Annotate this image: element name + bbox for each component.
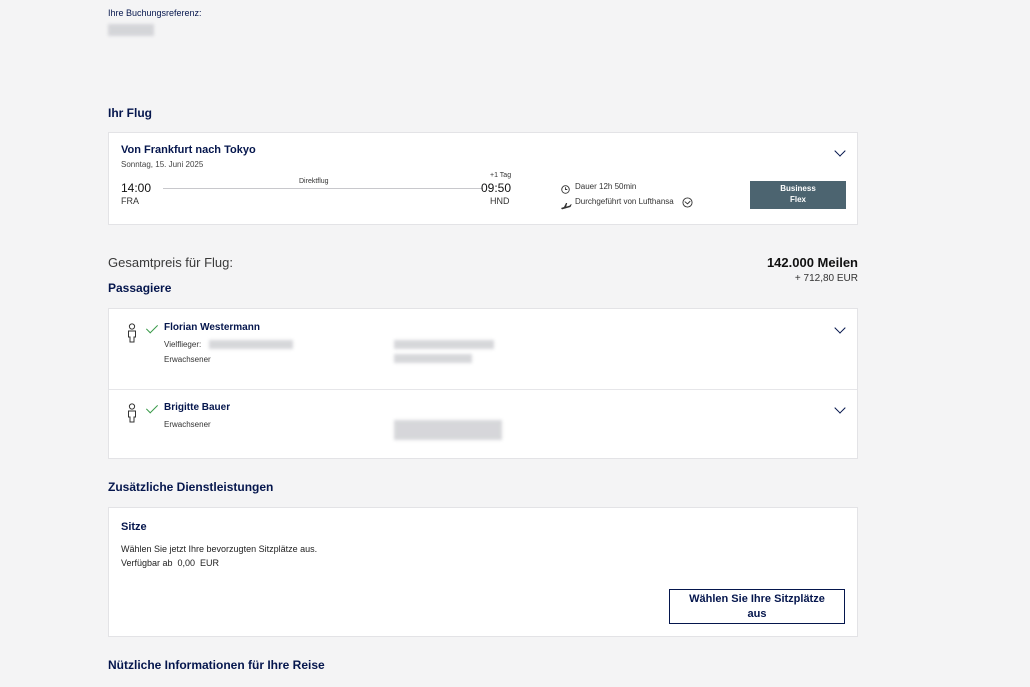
passenger-name: Florian Westermann: [164, 322, 260, 333]
choose-seats-button-line1: Wählen Sie Ihre Sitzplätze: [689, 593, 825, 605]
flight-route: Von Frankfurt nach Tokyo: [121, 144, 256, 156]
flight-duration: Dauer 12h 50min: [575, 182, 637, 191]
passenger-row[interactable]: Brigitte Bauer Erwachsener: [109, 390, 857, 458]
total-price-eur: + 712,80 EUR: [794, 273, 858, 284]
operated-by: Durchgeführt von Lufthansa: [575, 197, 674, 206]
fare-class-badge[interactable]: Business Flex: [750, 181, 846, 209]
arrival-airport: HND: [490, 196, 510, 206]
passenger-type: Erwachsener: [164, 355, 211, 364]
plane-icon: [560, 197, 572, 210]
total-price-miles: 142.000 Meilen: [766, 255, 858, 270]
check-icon: [145, 401, 159, 414]
frequent-flyer-label: Vielflieger:: [164, 340, 202, 349]
fare-class-line1: Business: [780, 184, 816, 193]
booking-reference-label: Ihre Buchungsreferenz:: [108, 8, 202, 18]
flight-card[interactable]: Von Frankfurt nach Tokyo Sonntag, 15. Ju…: [108, 132, 858, 225]
passenger-contact-redacted: [394, 354, 472, 363]
stop-label: Direktflug: [299, 178, 329, 185]
seats-title: Sitze: [121, 521, 147, 533]
day-offset: +1 Tag: [490, 172, 512, 179]
info-section-title: Nützliche Informationen für Ihre Reise: [108, 658, 325, 672]
services-section-title: Zusätzliche Dienstleistungen: [108, 480, 274, 494]
seats-description: Wählen Sie jetzt Ihre bevorzugten Sitzpl…: [121, 544, 318, 554]
clock-icon: [561, 181, 570, 194]
passenger-row[interactable]: Florian Westermann Vielflieger: Erwachse…: [109, 309, 857, 389]
passenger-name: Brigitte Bauer: [164, 402, 231, 413]
departure-time: 14:00: [121, 181, 152, 195]
chevron-down-icon[interactable]: [834, 145, 846, 157]
flight-section-title: Ihr Flug: [108, 106, 152, 120]
flight-date: Sonntag, 15. Juni 2025: [121, 160, 204, 169]
passengers-section-title: Passagiere: [108, 281, 172, 295]
arrival-time: 09:50: [481, 181, 512, 195]
passenger-contact-redacted: [394, 340, 494, 349]
chevron-down-icon[interactable]: [834, 402, 846, 414]
person-icon: [126, 323, 138, 343]
choose-seats-button-line2: aus: [747, 608, 767, 620]
check-icon: [145, 321, 159, 334]
seats-availability: Verfügbar ab 0,00 EUR: [121, 558, 220, 568]
person-icon: [126, 403, 138, 423]
departure-airport: FRA: [121, 196, 139, 206]
seats-card: Sitze Wählen Sie jetzt Ihre bevorzugten …: [108, 507, 858, 637]
passenger-type: Erwachsener: [164, 420, 211, 429]
frequent-flyer-number-redacted: [209, 340, 293, 349]
passenger-contact-redacted: [394, 420, 502, 440]
flight-timeline: [163, 188, 483, 189]
chevron-down-icon[interactable]: [834, 322, 846, 334]
choose-seats-button[interactable]: Wählen Sie Ihre Sitzplätze aus: [669, 589, 845, 624]
booking-reference-value-redacted: [108, 24, 154, 36]
total-price-label: Gesamtpreis für Flug:: [108, 255, 233, 270]
lufthansa-logo-icon: [682, 195, 693, 208]
passengers-card: Florian Westermann Vielflieger: Erwachse…: [108, 308, 858, 459]
fare-class-line2: Flex: [789, 195, 806, 204]
